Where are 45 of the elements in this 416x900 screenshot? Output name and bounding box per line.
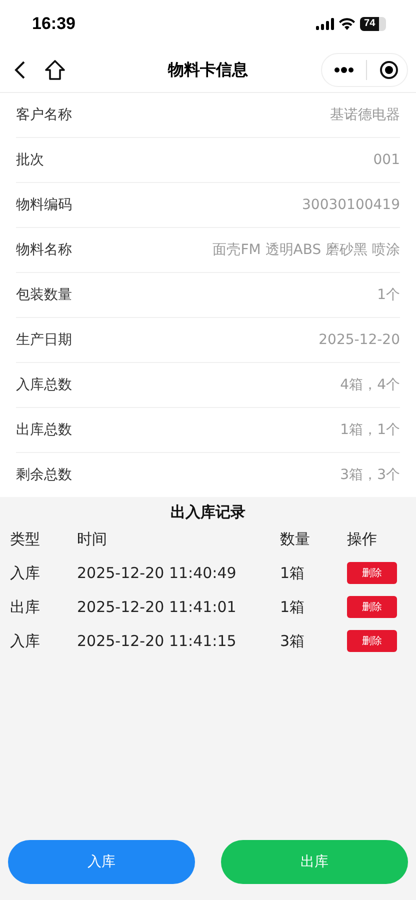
delete-button[interactable]: 删除 (347, 630, 397, 652)
field-value: 4箱，4个 (340, 376, 400, 394)
field-value: 001 (373, 152, 400, 168)
table-cell-text: 2025-12-20 11:40:49 (77, 563, 238, 584)
field-label: 出库总数 (16, 421, 72, 439)
more-icon[interactable] (334, 67, 354, 73)
table-cell-text: 2025-12-20 11:41:01 (77, 597, 238, 618)
battery-indicator: 74 (360, 17, 386, 31)
column-header: 数量 (280, 529, 311, 550)
stock-in-button[interactable]: 入库 (8, 840, 195, 884)
table-cell-text: 入库 (10, 563, 41, 584)
delete-button[interactable]: 删除 (347, 562, 397, 584)
field-value: 1个 (377, 286, 400, 304)
table-cell-text: 出库 (10, 597, 41, 618)
field-label: 物料编码 (16, 196, 72, 214)
field-label: 剩余总数 (16, 466, 72, 484)
field-value: 1箱，1个 (340, 421, 400, 439)
page-title: 物料卡信息 (168, 60, 248, 80)
column-header: 类型 (10, 529, 41, 550)
field-label: 物料名称 (16, 241, 72, 259)
field-value: 基诺德电器 (330, 106, 400, 124)
field-value: 30030100419 (302, 197, 400, 213)
signal-icon (316, 18, 334, 30)
wifi-icon (339, 18, 355, 30)
table-cell-text: 1箱 (280, 563, 306, 584)
field-label: 包装数量 (16, 286, 72, 304)
column-header: 时间 (77, 529, 108, 550)
field-label: 生产日期 (16, 331, 72, 349)
table-cell-text: 入库 (10, 631, 41, 652)
stock-out-button[interactable]: 出库 (221, 840, 408, 884)
delete-button[interactable]: 删除 (347, 596, 397, 618)
home-icon[interactable] (44, 59, 66, 81)
status-time: 16:39 (32, 14, 76, 34)
field-label: 批次 (16, 151, 44, 169)
column-header: 操作 (347, 529, 378, 550)
table-cell-text: 3箱 (280, 631, 306, 652)
table-cell-text: 2025-12-20 11:41:15 (77, 631, 238, 652)
back-icon[interactable] (14, 60, 26, 80)
field-value: 面壳FM 透明ABS 磨砂黑 喷涂 (212, 241, 400, 259)
table-cell-text: 1箱 (280, 597, 306, 618)
field-value: 3箱，3个 (340, 466, 400, 484)
section-title: 出入库记录 (170, 503, 246, 522)
field-label: 入库总数 (16, 376, 72, 394)
field-label: 客户名称 (16, 106, 72, 124)
field-value: 2025-12-20 (318, 332, 400, 348)
